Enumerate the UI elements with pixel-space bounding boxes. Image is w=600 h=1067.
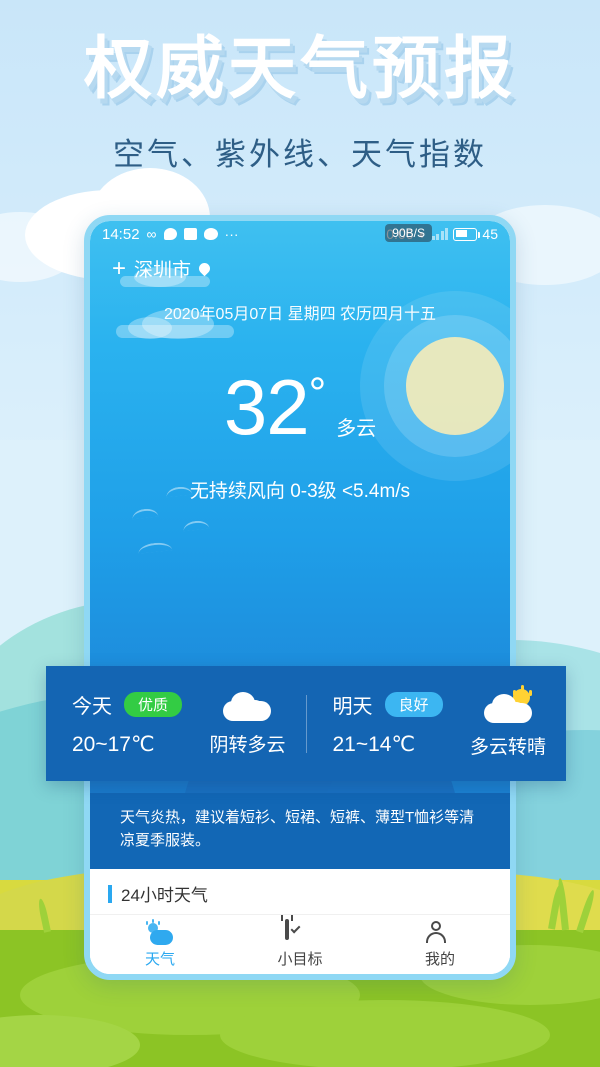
status-time: 14:52 [102, 225, 140, 243]
current-date: 2020年05月07日 星期四 农历四月十五 [163, 306, 437, 323]
tomorrow-temp-range: 21~14℃ [332, 733, 416, 756]
message-icon [163, 228, 177, 240]
nav-label: 天气 [144, 950, 175, 968]
infinity-icon: ∞ [146, 226, 157, 242]
bird-icon [131, 507, 159, 520]
current-temperature-block: 32 ° 多云 [90, 363, 510, 451]
grass-blob [220, 1000, 550, 1067]
tomorrow-air-badge: 良好 [384, 692, 443, 717]
page-title: 权威天气预报 [83, 31, 516, 107]
nav-item-profile[interactable]: 我的 [370, 915, 510, 974]
tomorrow-label: 明天 [332, 696, 373, 718]
dressing-advice: 天气炎热，建议着短衫、短裙、短裤、薄型T恤衫等清凉夏季服装。 [90, 793, 510, 869]
screenshot-icon [183, 228, 197, 240]
section-accent-bar [108, 884, 112, 903]
location-pin-icon [196, 260, 213, 277]
hourly-section-header: 24小时天气 [90, 881, 510, 906]
temperature-value: 32 [223, 363, 310, 451]
weather-condition: 多云 [336, 418, 377, 440]
today-block[interactable]: 今天 优质 20~17℃ 阴转多云 [46, 690, 306, 757]
nav-item-goals[interactable]: 小目标 [230, 915, 370, 974]
bird-icon [137, 541, 173, 554]
hourly-section-title: 24小时天气 [121, 886, 208, 905]
phone-screen: 14:52 ∞ ··· 0.06 ◐ 45 90B/S [90, 221, 510, 974]
city-name[interactable]: 深圳市 [134, 255, 191, 282]
more-icon: ··· [224, 226, 239, 242]
today-air-badge: 优质 [124, 692, 183, 717]
page-subtitle: 空气、紫外线、天气指数 [113, 136, 487, 172]
nav-label: 我的 [424, 950, 455, 968]
person-icon [425, 920, 455, 945]
signal-icon [431, 228, 449, 240]
phone-mockup: 14:52 ∞ ··· 0.06 ◐ 45 90B/S [46, 215, 566, 980]
calendar-check-icon [285, 918, 315, 945]
today-condition: 阴转多云 [209, 734, 286, 756]
weather-icon [145, 918, 175, 945]
nav-label: 小目标 [277, 950, 323, 968]
wind-info: 无持续风向 0-3级 <5.4m/s [189, 481, 411, 503]
tomorrow-block[interactable]: 明天 良好 21~14℃ 多云转晴 [307, 684, 567, 759]
today-label: 今天 [72, 696, 112, 718]
sun-behind-cloud-icon [482, 684, 534, 723]
network-speed-tooltip: 90B/S [385, 224, 432, 242]
promo-header: 权威天气预报 空气、紫外线、天气指数 [0, 0, 600, 174]
bottom-navigation[interactable]: 天气 小目标 我的 [90, 914, 510, 974]
tomorrow-condition: 多云转晴 [469, 736, 546, 758]
day-summary-card[interactable]: 今天 优质 20~17℃ 阴转多云 明天 良好 21~14℃ 多云转晴 [46, 666, 566, 781]
cloud-icon [221, 691, 273, 721]
city-selector[interactable]: + 深圳市 [90, 247, 510, 282]
bird-icon [182, 519, 210, 532]
today-temp-range: 20~17℃ [72, 733, 155, 756]
degree-symbol: ° [308, 369, 327, 418]
status-bar: 14:52 ∞ ··· 0.06 ◐ 45 90B/S [90, 221, 510, 247]
battery-level: 45 [482, 226, 498, 242]
cloud-icon [203, 228, 218, 240]
battery-icon [453, 227, 481, 241]
add-city-icon[interactable]: + [112, 256, 126, 281]
nav-item-weather[interactable]: 天气 [90, 915, 230, 974]
